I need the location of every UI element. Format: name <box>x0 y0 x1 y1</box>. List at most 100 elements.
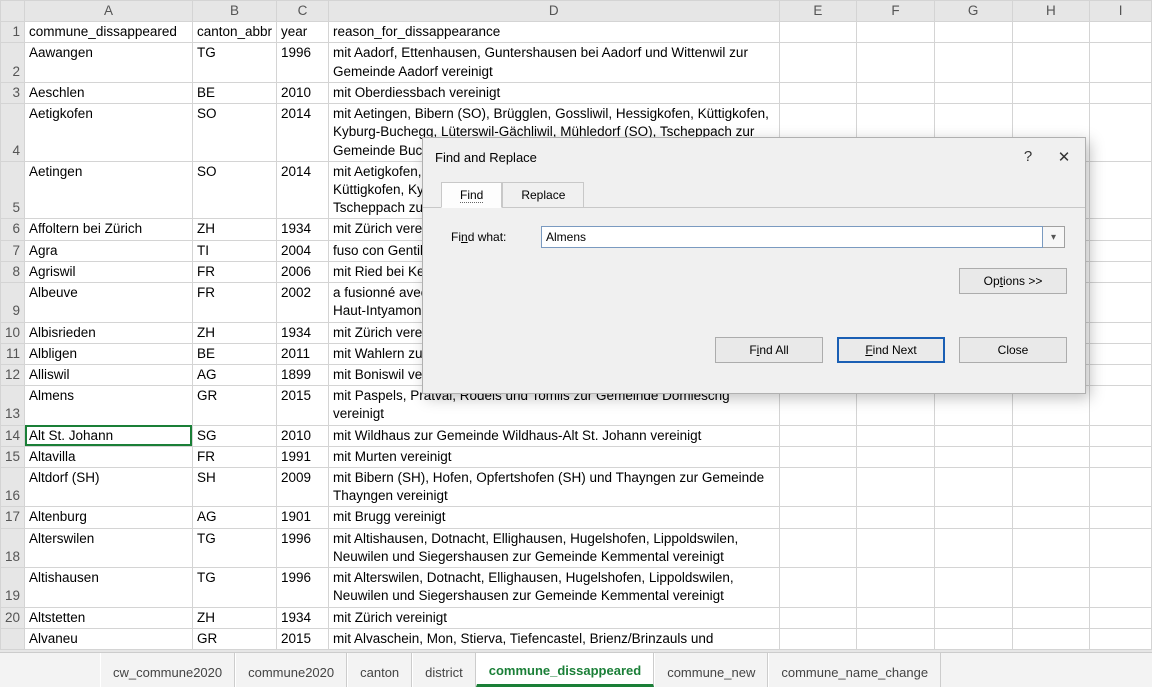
row-head[interactable]: 5 <box>1 161 25 219</box>
cell[interactable] <box>779 507 857 528</box>
cell[interactable] <box>857 568 935 607</box>
find-history-dropdown[interactable]: ▾ <box>1043 226 1065 248</box>
col-head-G[interactable]: G <box>934 1 1012 22</box>
cell[interactable]: FR <box>192 283 276 322</box>
col-head-I[interactable]: I <box>1090 1 1152 22</box>
sheet-tab-commune_new[interactable]: commune_new <box>654 653 768 687</box>
cell[interactable]: 2015 <box>277 628 329 649</box>
cell[interactable] <box>1012 468 1090 507</box>
cell[interactable] <box>1090 364 1152 385</box>
cell[interactable] <box>934 568 1012 607</box>
cell[interactable] <box>934 43 1012 82</box>
table-row[interactable]: 2AawangenTG1996mit Aadorf, Ettenhausen, … <box>1 43 1152 82</box>
table-row[interactable]: 20AltstettenZH1934mit Zürich vereinigt <box>1 607 1152 628</box>
header-cell[interactable]: reason_for_dissappearance <box>328 22 779 43</box>
row-head[interactable]: 18 <box>1 528 25 567</box>
row-head[interactable]: 12 <box>1 364 25 385</box>
cell[interactable] <box>779 425 857 446</box>
cell[interactable] <box>1090 425 1152 446</box>
cell[interactable] <box>1090 446 1152 467</box>
row-head[interactable]: 16 <box>1 468 25 507</box>
cell[interactable]: 2011 <box>277 343 329 364</box>
cell[interactable] <box>1012 43 1090 82</box>
table-row[interactable]: 3AeschlenBE2010mit Oberdiessbach vereini… <box>1 82 1152 103</box>
cell[interactable]: mit Murten vereinigt <box>328 446 779 467</box>
cell[interactable]: ZH <box>192 219 276 240</box>
cell[interactable] <box>1012 446 1090 467</box>
cell[interactable] <box>1090 283 1152 322</box>
cell[interactable]: 2002 <box>277 283 329 322</box>
close-icon[interactable]: ✕ <box>1055 148 1073 166</box>
col-head-H[interactable]: H <box>1012 1 1090 22</box>
cell[interactable] <box>779 82 857 103</box>
cell[interactable]: SO <box>192 161 276 219</box>
cell[interactable] <box>1090 386 1152 425</box>
cell[interactable]: mit Brugg vereinigt <box>328 507 779 528</box>
cell[interactable]: TG <box>192 43 276 82</box>
cell[interactable] <box>1012 607 1090 628</box>
cell[interactable] <box>779 22 857 43</box>
cell[interactable] <box>934 507 1012 528</box>
cell[interactable]: GR <box>192 386 276 425</box>
cell[interactable]: 1901 <box>277 507 329 528</box>
cell[interactable] <box>1012 82 1090 103</box>
table-row[interactable]: 18AlterswilenTG1996mit Altishausen, Dotn… <box>1 528 1152 567</box>
cell[interactable]: Aetingen <box>25 161 193 219</box>
sheet-tab-commune_dissappeared[interactable]: commune_dissappeared <box>476 653 654 687</box>
col-head-B[interactable]: B <box>192 1 276 22</box>
cell[interactable]: Alterswilen <box>25 528 193 567</box>
cell[interactable]: ZH <box>192 322 276 343</box>
cell[interactable]: GR <box>192 628 276 649</box>
cell[interactable] <box>779 468 857 507</box>
cell[interactable]: 2009 <box>277 468 329 507</box>
cell[interactable]: BE <box>192 343 276 364</box>
cell[interactable]: Affoltern bei Zürich <box>25 219 193 240</box>
cell[interactable] <box>934 425 1012 446</box>
cell[interactable] <box>1012 528 1090 567</box>
row-head[interactable]: 3 <box>1 82 25 103</box>
sheet-tab-commune_name_change[interactable]: commune_name_change <box>768 653 941 687</box>
col-head-E[interactable]: E <box>779 1 857 22</box>
row-head[interactable]: 13 <box>1 386 25 425</box>
cell[interactable] <box>857 607 935 628</box>
cell[interactable]: FR <box>192 446 276 467</box>
cell[interactable]: SG <box>192 425 276 446</box>
header-row[interactable]: 1 commune_dissappeared canton_abbr year … <box>1 22 1152 43</box>
cell[interactable] <box>934 82 1012 103</box>
table-row[interactable]: 17AltenburgAG1901mit Brugg vereinigt <box>1 507 1152 528</box>
sheet-tab-cw_commune2020[interactable]: cw_commune2020 <box>100 653 235 687</box>
help-icon[interactable]: ? <box>1019 148 1037 166</box>
cell[interactable]: mit Bibern (SH), Hofen, Opfertshofen (SH… <box>328 468 779 507</box>
cell[interactable]: 2010 <box>277 82 329 103</box>
options-button[interactable]: Options >> <box>959 268 1067 294</box>
cell[interactable]: 1934 <box>277 219 329 240</box>
cell[interactable] <box>1090 607 1152 628</box>
cell[interactable]: mit Wildhaus zur Gemeinde Wildhaus-Alt S… <box>328 425 779 446</box>
cell[interactable]: mit Alvaschein, Mon, Stierva, Tiefencast… <box>328 628 779 649</box>
cell[interactable]: 2006 <box>277 261 329 282</box>
cell[interactable] <box>1090 240 1152 261</box>
cell[interactable]: Agriswil <box>25 261 193 282</box>
cell[interactable] <box>857 507 935 528</box>
cell[interactable] <box>934 446 1012 467</box>
row-head[interactable]: 4 <box>1 104 25 162</box>
cell[interactable]: 2014 <box>277 161 329 219</box>
cell[interactable]: mit Oberdiessbach vereinigt <box>328 82 779 103</box>
row-head[interactable]: 15 <box>1 446 25 467</box>
cell[interactable]: ZH <box>192 607 276 628</box>
cell[interactable] <box>1012 22 1090 43</box>
cell[interactable] <box>1090 343 1152 364</box>
cell[interactable]: TG <box>192 568 276 607</box>
sheet-tab-canton[interactable]: canton <box>347 653 412 687</box>
cell[interactable]: Alliswil <box>25 364 193 385</box>
sheet-tab-district[interactable]: district <box>412 653 476 687</box>
cell[interactable]: SO <box>192 104 276 162</box>
cell[interactable]: mit Aadorf, Ettenhausen, Guntershausen b… <box>328 43 779 82</box>
row-head[interactable]: 14 <box>1 425 25 446</box>
header-cell[interactable]: commune_dissappeared <box>25 22 193 43</box>
cell[interactable] <box>1090 468 1152 507</box>
cell[interactable] <box>1090 261 1152 282</box>
cell[interactable] <box>1090 628 1152 649</box>
cell[interactable]: mit Zürich vereinigt <box>328 607 779 628</box>
cell[interactable]: Aeschlen <box>25 82 193 103</box>
